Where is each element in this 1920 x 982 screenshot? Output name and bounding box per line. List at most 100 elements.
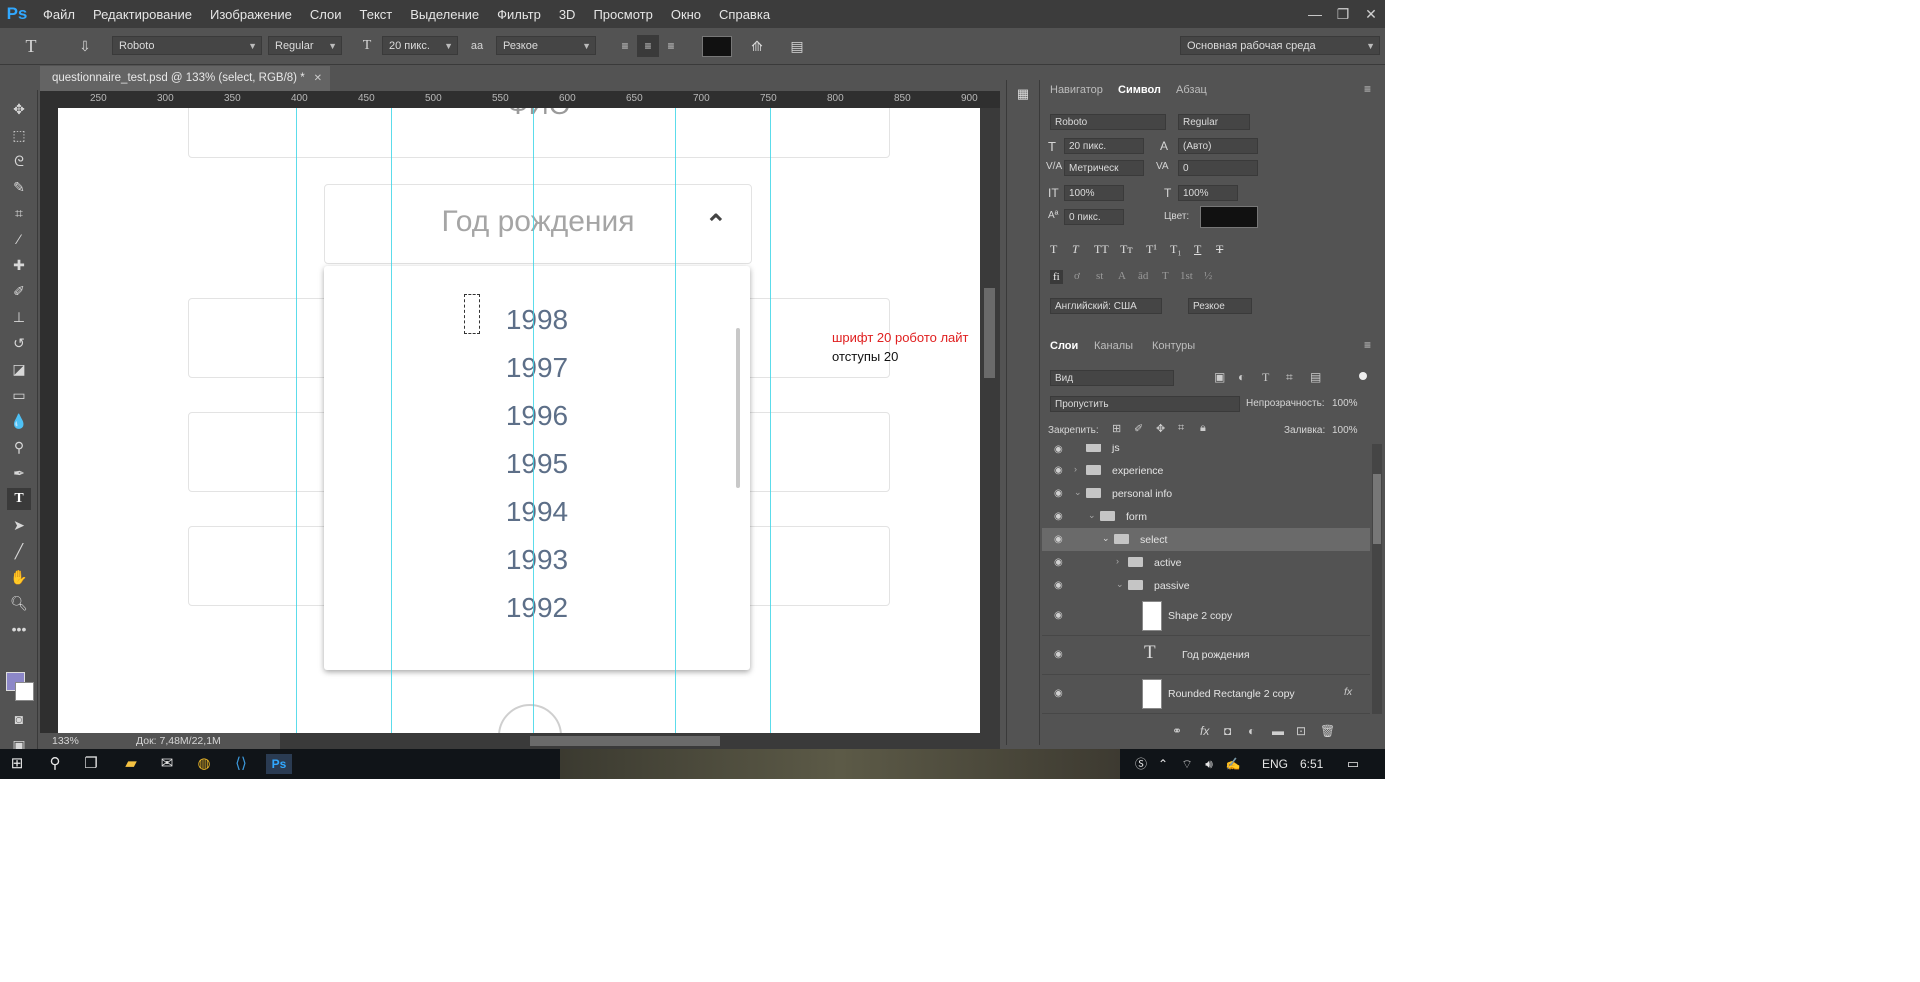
- layer-filter-select[interactable]: Вид: [1050, 370, 1174, 386]
- marquee-tool-icon[interactable]: ⬚: [7, 124, 31, 146]
- more-tools-icon[interactable]: •••: [7, 618, 31, 640]
- menu-image[interactable]: Изображение: [201, 7, 301, 22]
- tab-paragraph[interactable]: Абзац: [1176, 84, 1207, 96]
- text-color-swatch[interactable]: [702, 36, 732, 57]
- windows-start-icon[interactable]: ⊞: [6, 754, 28, 774]
- eye-icon[interactable]: ◉: [1054, 534, 1063, 545]
- menu-layers[interactable]: Слои: [301, 7, 351, 22]
- network-icon[interactable]: ⌔: [1176, 754, 1198, 774]
- char-tracking[interactable]: 0: [1178, 160, 1258, 176]
- scroll-thumb[interactable]: [984, 288, 995, 378]
- zoom-level[interactable]: 133%: [52, 733, 79, 749]
- type-tool-icon[interactable]: T: [7, 488, 31, 510]
- panel-menu-icon[interactable]: ≡: [1364, 338, 1371, 352]
- menu-select[interactable]: Выделение: [401, 7, 488, 22]
- char-font-style[interactable]: Regular: [1178, 114, 1250, 130]
- fill-value[interactable]: 100%: [1332, 425, 1358, 436]
- subscript-button[interactable]: T₁: [1170, 242, 1182, 257]
- small-caps-button[interactable]: Tт: [1120, 242, 1133, 257]
- brush-tool-icon[interactable]: ✐: [7, 280, 31, 302]
- tab-character[interactable]: Символ: [1118, 84, 1161, 96]
- new-group-icon[interactable]: ▬: [1272, 724, 1284, 738]
- fractions-button[interactable]: ½: [1204, 270, 1212, 282]
- document-canvas[interactable]: ФИО Год рождения ⌃ 1998 1997 1996 1995 1…: [58, 108, 980, 733]
- char-font-family[interactable]: Roboto: [1050, 114, 1166, 130]
- eye-icon[interactable]: ◉: [1054, 649, 1063, 660]
- link-layers-icon[interactable]: ⚭: [1172, 724, 1182, 738]
- all-caps-button[interactable]: TT: [1094, 242, 1109, 257]
- photoshop-taskbar-icon[interactable]: Ps: [266, 754, 292, 774]
- search-icon[interactable]: ⚲: [44, 754, 66, 774]
- layer-row[interactable]: ◉ ⌄ personal info: [1042, 482, 1370, 506]
- chevron-right-icon[interactable]: ›: [1074, 464, 1077, 474]
- filter-smart-icon[interactable]: ▤: [1310, 370, 1321, 384]
- anti-alias-select[interactable]: Резкое ▼: [496, 36, 596, 55]
- file-explorer-icon[interactable]: ▰: [120, 754, 142, 774]
- crop-tool-icon[interactable]: ⌗: [7, 202, 31, 224]
- align-center-icon[interactable]: ≡: [637, 35, 659, 57]
- old-style-button[interactable]: ơ: [1074, 270, 1080, 282]
- layer-row[interactable]: ◉ › active: [1042, 551, 1370, 575]
- chrome-icon[interactable]: ◍: [193, 754, 215, 774]
- filter-pixel-icon[interactable]: ▣: [1214, 370, 1225, 384]
- lasso-tool-icon[interactable]: ᘓ: [7, 150, 31, 172]
- chevron-up-icon[interactable]: ⌃: [1152, 754, 1174, 774]
- eye-icon[interactable]: ◉: [1054, 580, 1063, 591]
- quick-mask-icon[interactable]: ◙: [7, 708, 31, 730]
- text-orientation-icon[interactable]: ⇩: [74, 35, 96, 57]
- skype-icon[interactable]: Ⓢ: [1130, 754, 1152, 774]
- minimize-button[interactable]: —: [1301, 6, 1329, 22]
- hand-tool-icon[interactable]: ✋: [7, 566, 31, 588]
- mail-icon[interactable]: ✉: [156, 754, 178, 774]
- character-panel-toggle-icon[interactable]: ▤: [786, 35, 808, 57]
- eye-icon[interactable]: ◉: [1054, 557, 1063, 568]
- char-vscale[interactable]: 100%: [1064, 185, 1124, 201]
- faux-bold-button[interactable]: T: [1050, 242, 1057, 257]
- char-size[interactable]: 20 пикс.: [1064, 138, 1144, 154]
- history-brush-tool-icon[interactable]: ↺: [7, 332, 31, 354]
- lock-artboard-icon[interactable]: ⌗: [1178, 422, 1184, 435]
- menu-type[interactable]: Текст: [351, 7, 402, 22]
- history-panel-icon[interactable]: ▦: [1014, 86, 1032, 104]
- layer-row[interactable]: ◉ T Год рождения: [1042, 636, 1370, 675]
- dodge-tool-icon[interactable]: ⚲: [7, 436, 31, 458]
- vscode-icon[interactable]: ⟨⟩: [230, 754, 252, 774]
- scroll-thumb[interactable]: [530, 736, 720, 746]
- faux-italic-button[interactable]: T: [1072, 242, 1079, 257]
- ligatures-button[interactable]: fi: [1050, 270, 1063, 284]
- menu-window[interactable]: Окно: [662, 7, 710, 22]
- type-tool-preset-icon[interactable]: T: [20, 35, 42, 57]
- add-style-icon[interactable]: fx: [1200, 724, 1209, 738]
- lock-position-icon[interactable]: ✥: [1156, 422, 1165, 435]
- char-hscale[interactable]: 100%: [1178, 185, 1238, 201]
- tab-layers[interactable]: Слои: [1050, 340, 1078, 352]
- clock[interactable]: 6:51: [1300, 757, 1323, 771]
- eye-icon[interactable]: ◉: [1054, 465, 1063, 476]
- lock-pixels-icon[interactable]: ⊞: [1112, 422, 1121, 435]
- warp-text-icon[interactable]: ⟰: [746, 35, 768, 57]
- close-window-button[interactable]: ✕: [1357, 6, 1385, 23]
- menu-file[interactable]: Файл: [34, 7, 84, 22]
- eye-icon[interactable]: ◉: [1054, 444, 1063, 455]
- scroll-thumb[interactable]: [1373, 474, 1381, 544]
- menu-3d[interactable]: 3D: [550, 7, 585, 22]
- layer-row[interactable]: ◉ Shape 2 copy: [1042, 597, 1370, 636]
- fx-icon[interactable]: fx: [1344, 686, 1352, 698]
- pen-icon[interactable]: ✍: [1222, 754, 1244, 774]
- layer-row[interactable]: ◉ ⌄ passive: [1042, 574, 1370, 598]
- ordinals-button[interactable]: T: [1162, 270, 1169, 282]
- trash-icon[interactable]: 🗑︎: [1320, 724, 1335, 738]
- move-tool-icon[interactable]: ✥: [7, 98, 31, 120]
- ordinals-st-button[interactable]: 1st: [1180, 270, 1193, 282]
- font-size-select[interactable]: 20 пикс. ▼: [382, 36, 458, 55]
- eyedropper-tool-icon[interactable]: ⁄: [7, 228, 31, 250]
- notifications-icon[interactable]: ▭: [1342, 754, 1364, 774]
- gradient-tool-icon[interactable]: ▭: [7, 384, 31, 406]
- volume-icon[interactable]: 🔊︎: [1198, 754, 1220, 774]
- lock-all-icon[interactable]: 🔒︎: [1200, 422, 1206, 435]
- quick-select-tool-icon[interactable]: ✎: [7, 176, 31, 198]
- healing-brush-tool-icon[interactable]: ✚: [7, 254, 31, 276]
- menu-view[interactable]: Просмотр: [584, 7, 661, 22]
- swash-button[interactable]: A: [1118, 270, 1126, 282]
- superscript-button[interactable]: T¹: [1146, 242, 1157, 257]
